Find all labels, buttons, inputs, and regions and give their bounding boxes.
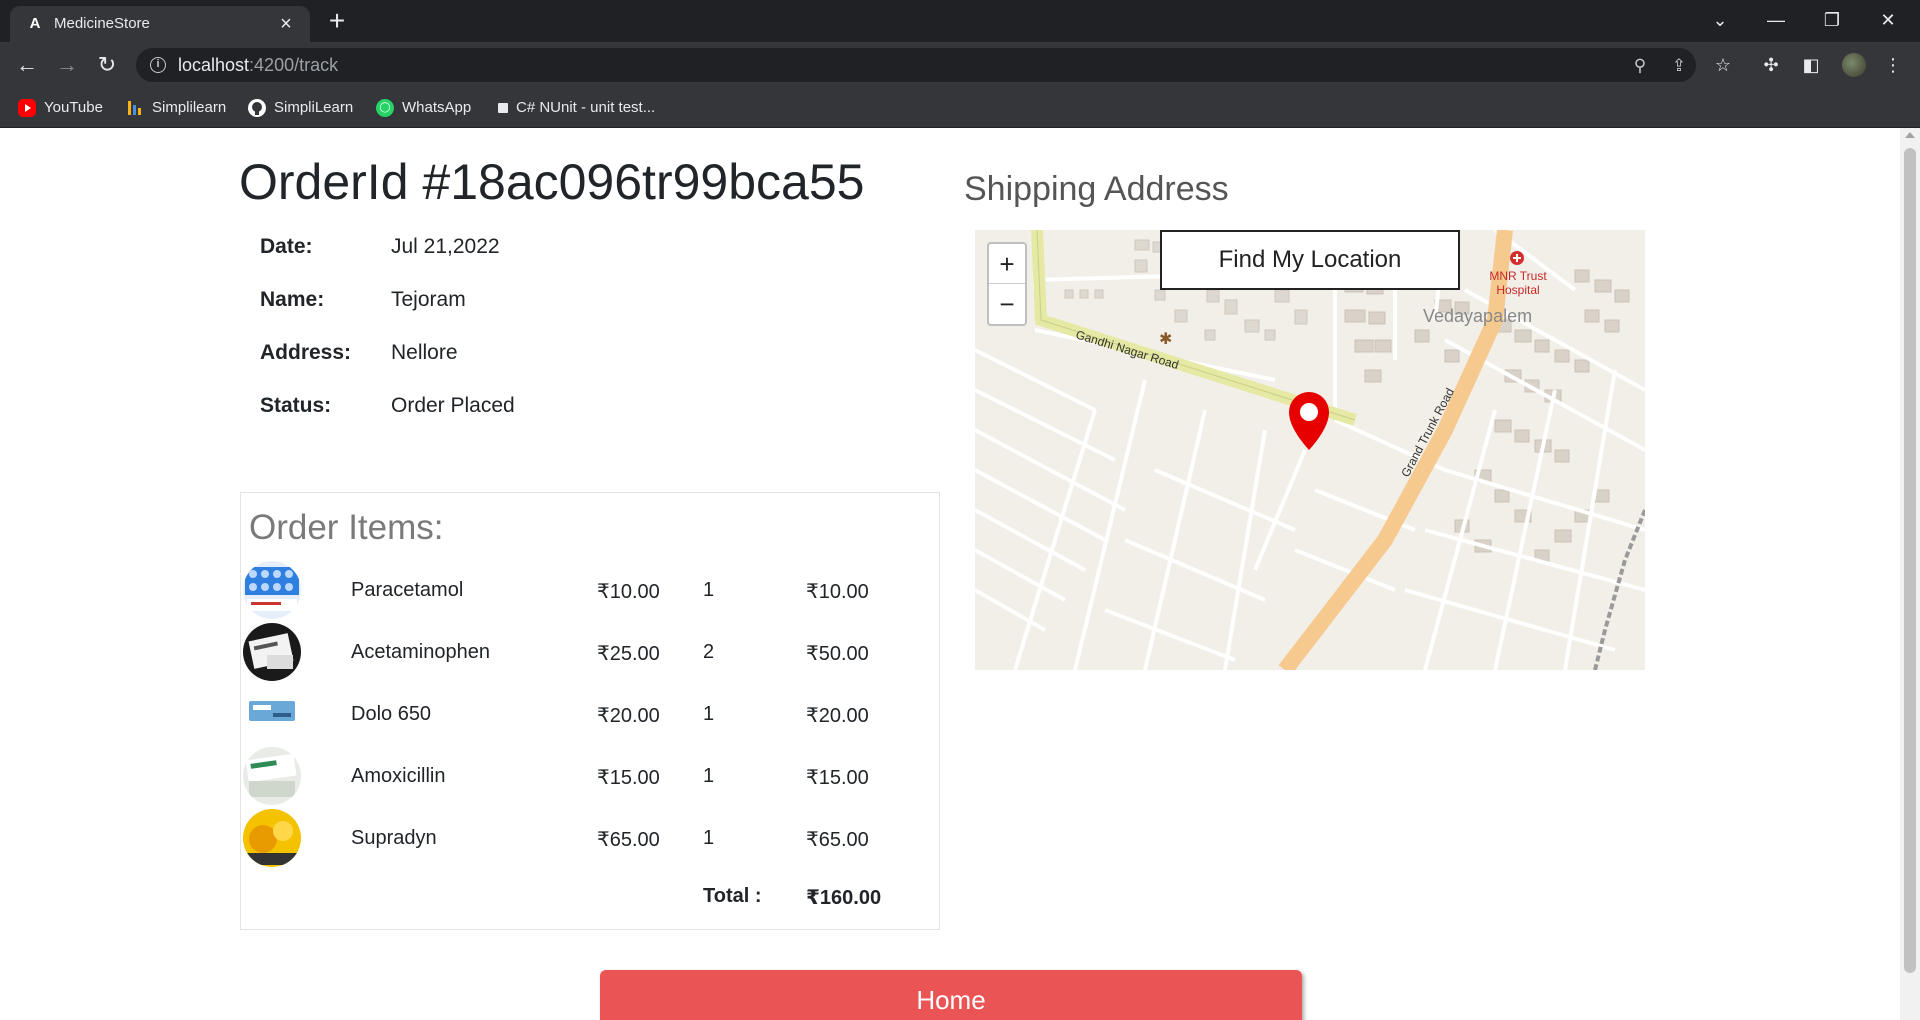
- map-zoom-control: + −: [987, 242, 1027, 326]
- url-text[interactable]: localhost:4200/track: [178, 56, 338, 74]
- zoom-out-button[interactable]: −: [989, 284, 1025, 324]
- github-icon: [248, 99, 266, 117]
- find-my-location-button[interactable]: Find My Location: [1160, 230, 1460, 290]
- order-items-title: Order Items:: [249, 508, 444, 547]
- item-quantity: 1: [703, 703, 715, 725]
- date-row: Date: Jul 21,2022: [260, 232, 760, 262]
- item-name: Supradyn: [351, 827, 437, 849]
- restore-icon[interactable]: ❐: [1804, 0, 1860, 42]
- order-item-row: Amoxicillin ₹15.00 1 ₹15.00: [241, 747, 941, 807]
- supradyn-image: [243, 809, 301, 867]
- item-subtotal: ₹50.00: [806, 643, 869, 665]
- whatsapp-icon: ◯: [376, 99, 394, 117]
- hospital-label: Hospital: [1496, 283, 1539, 297]
- item-quantity: 2: [703, 641, 715, 663]
- page-scrollbar[interactable]: [1900, 128, 1920, 1020]
- angular-icon: A: [29, 15, 41, 32]
- name-value: Tejoram: [391, 288, 466, 311]
- item-quantity: 1: [703, 579, 715, 601]
- item-price: ₹25.00: [597, 643, 660, 665]
- item-subtotal: ₹20.00: [806, 705, 869, 727]
- share-icon[interactable]: ⇪: [1669, 56, 1689, 76]
- menu-icon[interactable]: ⋮: [1882, 54, 1904, 76]
- item-quantity: 1: [703, 827, 715, 849]
- order-item-row: Acetaminophen ₹25.00 2 ₹50.00: [241, 623, 941, 683]
- date-value: Jul 21,2022: [391, 235, 500, 258]
- close-window-icon[interactable]: ✕: [1860, 0, 1916, 42]
- new-tab-icon[interactable]: +: [322, 6, 352, 36]
- area-label: Vedayapalem: [1423, 306, 1532, 326]
- address-bar[interactable]: i localhost:4200/track ⚲ ⇪: [136, 48, 1696, 82]
- tab-search-icon[interactable]: ⌄: [1692, 0, 1748, 42]
- extensions-icon[interactable]: ✣: [1760, 54, 1782, 76]
- total-label: Total :: [703, 885, 762, 907]
- browser-toolbar: ← → ↻ i localhost:4200/track ⚲ ⇪ ☆ ✣ ◧ ⋮: [0, 42, 1920, 88]
- status-value: Order Placed: [391, 394, 515, 417]
- order-item-row: Supradyn ₹65.00 1 ₹65.00: [241, 809, 941, 869]
- page-icon: [498, 103, 508, 113]
- item-name: Amoxicillin: [351, 765, 446, 787]
- minimize-icon[interactable]: —: [1748, 0, 1804, 42]
- acetaminophen-image: [243, 623, 301, 681]
- status-label: Status:: [260, 394, 332, 417]
- dolo-650-image: [243, 685, 301, 743]
- order-items-panel: Order Items: Paracetamol ₹10.00 1 ₹10.00…: [240, 492, 940, 930]
- item-price: ₹20.00: [597, 705, 660, 727]
- profile-avatar[interactable]: [1842, 53, 1866, 77]
- item-subtotal: ₹10.00: [806, 581, 869, 603]
- bookmark-simplilearn[interactable]: Simplilearn: [126, 98, 226, 118]
- scroll-up-icon[interactable]: [1905, 132, 1915, 138]
- order-title: OrderId #18ac096tr99bca55: [239, 154, 865, 210]
- paracetamol-image: [243, 561, 301, 619]
- shipping-map[interactable]: Gandhi Nagar Road Grand Trunk Road Veday…: [975, 230, 1645, 670]
- bookmark-simplilearn-github[interactable]: SimpliLearn: [248, 98, 353, 118]
- order-item-row: Paracetamol ₹10.00 1 ₹10.00: [241, 561, 941, 621]
- item-name: Acetaminophen: [351, 641, 490, 663]
- address-row: Address: Nellore: [260, 338, 760, 368]
- browser-tab[interactable]: A MedicineStore ×: [10, 6, 310, 42]
- scrollbar-thumb[interactable]: [1904, 148, 1916, 973]
- item-subtotal: ₹65.00: [806, 829, 869, 851]
- status-row: Status: Order Placed: [260, 391, 760, 421]
- shipping-address-title: Shipping Address: [964, 170, 1229, 208]
- site-info-icon[interactable]: i: [150, 57, 166, 73]
- item-price: ₹65.00: [597, 829, 660, 851]
- item-quantity: 1: [703, 765, 715, 787]
- bookmark-whatsapp[interactable]: ◯ WhatsApp: [376, 98, 471, 118]
- hospital-label: MNR Trust: [1489, 269, 1547, 283]
- bookmark-youtube[interactable]: YouTube: [18, 98, 103, 118]
- poi-icon: ✱: [1159, 331, 1172, 348]
- side-panel-icon[interactable]: ◧: [1800, 54, 1822, 76]
- bookmarks-bar: YouTube Simplilearn SimpliLearn ◯ WhatsA…: [0, 88, 1920, 128]
- item-name: Dolo 650: [351, 703, 432, 725]
- forward-icon[interactable]: →: [52, 50, 82, 80]
- order-item-row: Dolo 650 ₹20.00 1 ₹20.00: [241, 685, 941, 745]
- item-name: Paracetamol: [351, 579, 464, 601]
- location-icon[interactable]: ⚲: [1630, 56, 1650, 76]
- map-tiles: Gandhi Nagar Road Grand Trunk Road Veday…: [975, 230, 1645, 670]
- home-button[interactable]: Home: [600, 970, 1302, 1020]
- item-price: ₹15.00: [597, 767, 660, 789]
- amoxicillin-image: [243, 747, 301, 805]
- youtube-icon: [18, 99, 36, 117]
- back-icon[interactable]: ←: [12, 50, 42, 80]
- zoom-in-button[interactable]: +: [989, 244, 1025, 284]
- item-subtotal: ₹15.00: [806, 767, 869, 789]
- address-value: Nellore: [391, 341, 458, 364]
- bookmark-star-icon[interactable]: ☆: [1712, 54, 1734, 76]
- address-label: Address:: [260, 341, 352, 364]
- bookmark-nunit[interactable]: C# NUnit - unit test...: [498, 98, 655, 118]
- simplilearn-icon: [126, 99, 144, 117]
- tab-title: MedicineStore: [54, 15, 150, 32]
- item-price: ₹10.00: [597, 581, 660, 603]
- date-label: Date:: [260, 235, 313, 258]
- total-value: ₹160.00: [806, 887, 882, 909]
- name-label: Name:: [260, 288, 325, 311]
- tab-close-icon[interactable]: ×: [274, 12, 298, 36]
- name-row: Name: Tejoram: [260, 285, 760, 315]
- page-content: OrderId #18ac096tr99bca55 Date: Jul 21,2…: [0, 128, 1900, 1020]
- browser-tab-bar: A MedicineStore × + ⌄ — ❐ ✕: [0, 0, 1920, 42]
- reload-icon[interactable]: ↻: [92, 50, 122, 80]
